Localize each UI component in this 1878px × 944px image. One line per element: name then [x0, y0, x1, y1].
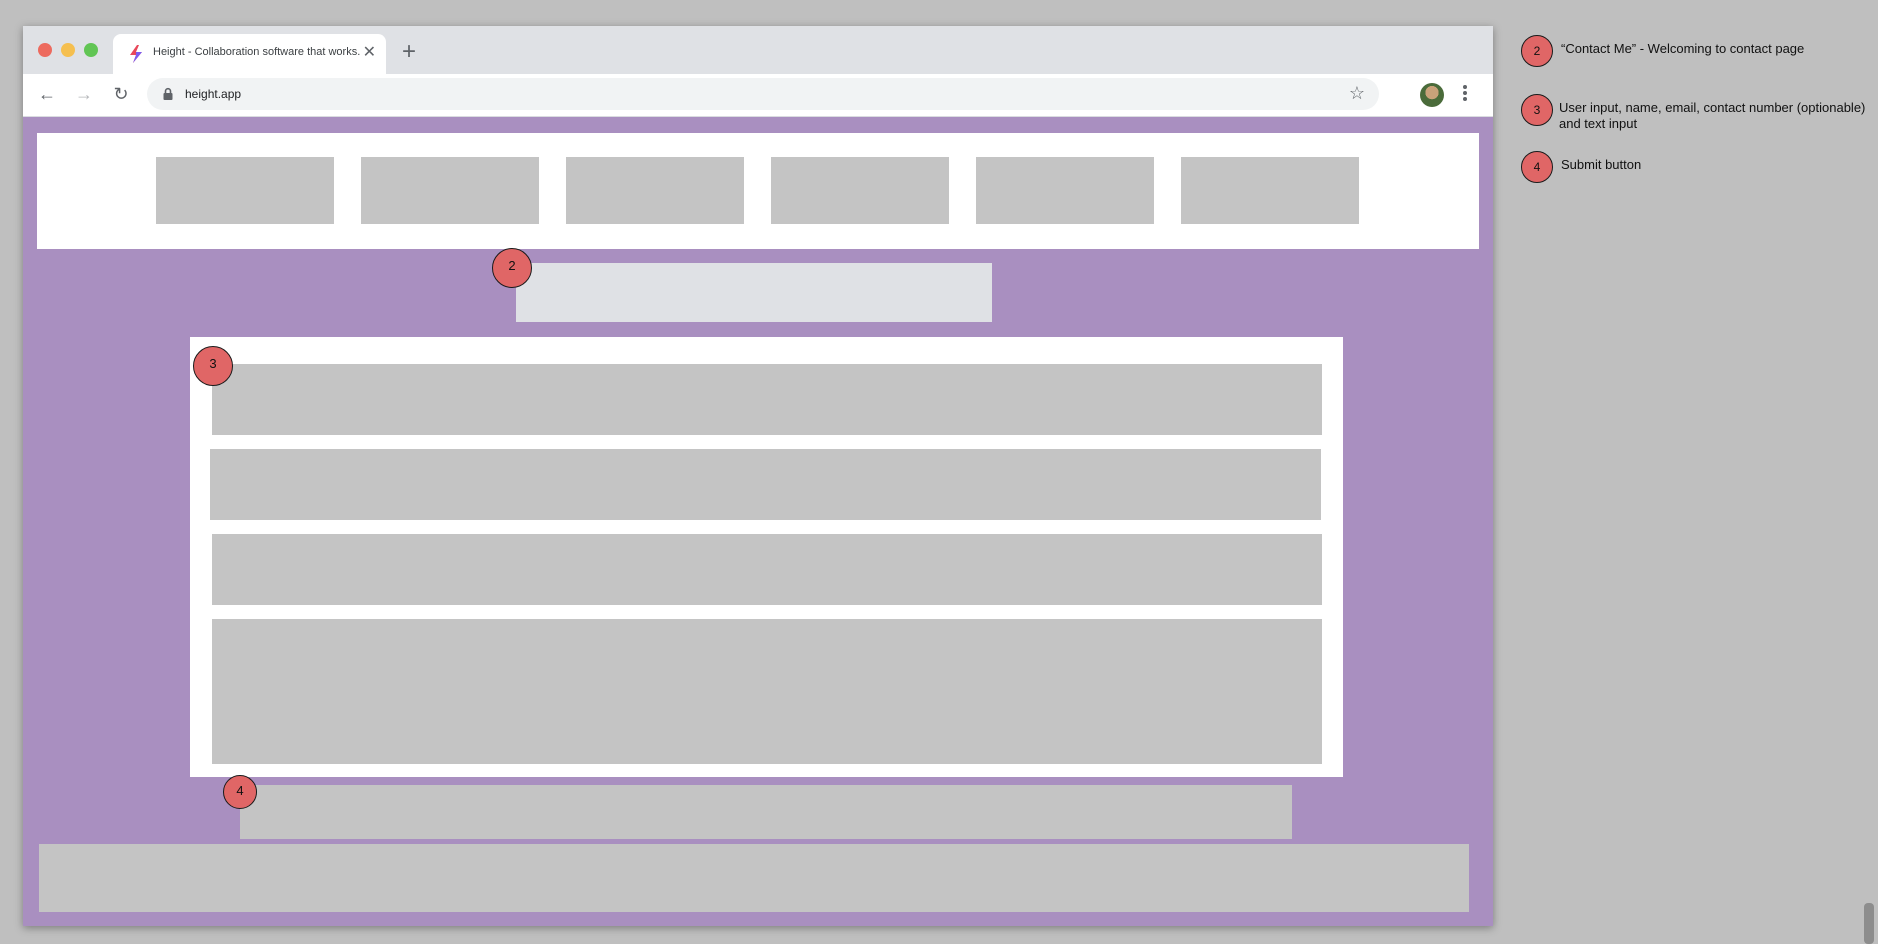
reload-icon[interactable]: ↻ [111, 84, 131, 104]
nav-placeholder-1[interactable] [156, 157, 334, 224]
contact-number-field[interactable] [212, 534, 1322, 605]
kebab-menu-icon[interactable] [1461, 83, 1469, 107]
nav-placeholder-3[interactable] [566, 157, 744, 224]
tab-strip: Height - Collaboration software that wor… [23, 26, 1493, 74]
url-text: height.app [185, 87, 242, 101]
browser-toolbar: ← → ↻ height.app ☆ [23, 74, 1493, 117]
contact-heading-placeholder [516, 263, 992, 322]
lock-icon [163, 87, 173, 100]
star-icon[interactable]: ☆ [1349, 83, 1365, 104]
annotation-badge-3: 3 [193, 346, 233, 386]
legend-text: Submit button [1561, 157, 1642, 172]
forward-arrow-icon[interactable]: → [74, 84, 94, 104]
footer-placeholder [39, 844, 1469, 912]
nav-placeholder-5[interactable] [976, 157, 1154, 224]
legend-badge: 4 [1521, 151, 1553, 183]
tab-title: Height - Collaboration software that wor… [153, 46, 361, 58]
minimize-window-button[interactable] [61, 43, 75, 57]
browser-window: Height - Collaboration software that wor… [23, 26, 1493, 926]
close-window-button[interactable] [38, 43, 52, 57]
legend-text: “Contact Me” - Welcoming to contact page [1561, 41, 1805, 56]
legend-badge: 3 [1521, 94, 1553, 126]
new-tab-button[interactable]: + [402, 40, 416, 64]
page-scrollbar[interactable] [1864, 903, 1874, 944]
email-field[interactable] [210, 449, 1321, 520]
legend-badge: 2 [1521, 35, 1553, 67]
nav-placeholder-2[interactable] [361, 157, 539, 224]
annotation-badge-4: 4 [223, 775, 257, 809]
address-bar[interactable]: height.app ☆ [147, 78, 1379, 110]
site-header [37, 133, 1479, 249]
close-tab-icon[interactable]: ✕ [363, 43, 376, 63]
page-viewport: 2 3 4 [23, 117, 1493, 926]
legend-text: User input, name, email, contact number … [1559, 100, 1866, 131]
back-arrow-icon[interactable]: ← [37, 84, 57, 104]
contact-form [190, 337, 1343, 777]
name-field[interactable] [212, 364, 1322, 435]
maximize-window-button[interactable] [84, 43, 98, 57]
annotation-badge-2: 2 [492, 248, 532, 288]
favicon-icon [130, 45, 142, 63]
submit-button[interactable] [240, 785, 1292, 839]
profile-avatar[interactable] [1420, 83, 1444, 107]
nav-placeholder-6[interactable] [1181, 157, 1359, 224]
nav-placeholder-4[interactable] [771, 157, 949, 224]
browser-tab[interactable]: Height - Collaboration software that wor… [113, 34, 386, 74]
message-textarea[interactable] [212, 619, 1322, 764]
